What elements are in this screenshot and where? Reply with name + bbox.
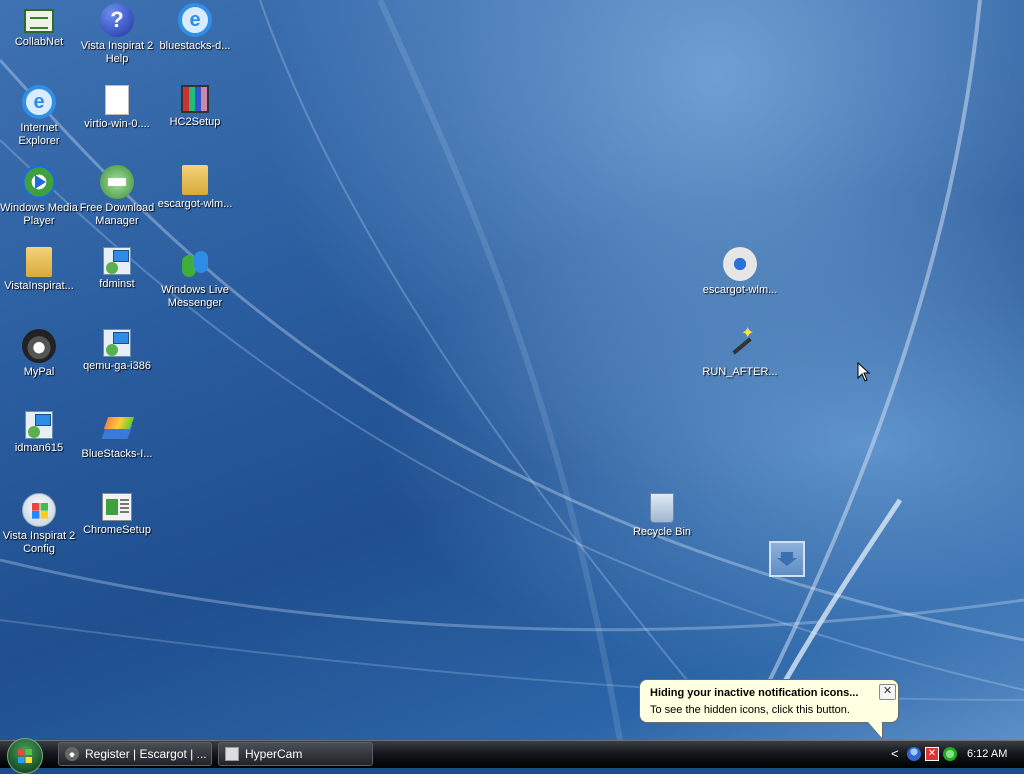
icon-label: Recycle Bin [632, 526, 692, 538]
balloon-text: To see the hidden icons, click this butt… [650, 704, 850, 716]
network-icon[interactable] [943, 747, 957, 761]
desktop-icon-internet-explorer[interactable]: e Internet Explorer [0, 85, 78, 148]
messenger-icon [178, 247, 212, 281]
desktop-icon-virtio-win[interactable]: virtio-win-0.... [78, 85, 156, 131]
taskbar-button-label: HyperCam [245, 747, 303, 761]
desktop-icon-vista-inspirat-config[interactable]: Vista Inspirat 2 Config [0, 493, 78, 556]
desktop-icon-escargot-installer[interactable]: escargot-wlm... [701, 247, 779, 297]
desktop-icon-free-download-manager[interactable]: Free Download Manager [78, 165, 156, 228]
icon-label: RUN_AFTER... [702, 366, 778, 378]
icon-label: Internet Explorer [18, 122, 60, 147]
zip-folder-icon [182, 165, 208, 195]
desktop-icon-idman615[interactable]: idman615 [0, 411, 78, 455]
page-icon [105, 85, 129, 115]
balloon-close-button[interactable]: ✕ [879, 684, 896, 700]
winrar-icon [181, 85, 209, 113]
desktop-icon-run-after[interactable]: RUN_AFTER... [701, 327, 779, 379]
recycle-bin-icon [650, 493, 674, 523]
desktop-icon-windows-live-messenger[interactable]: Windows Live Messenger [156, 247, 234, 310]
desktop-icon-bluestacks-installer[interactable]: BlueStacks-I... [78, 411, 156, 461]
folder-icon [26, 247, 52, 277]
show-hidden-icons-button[interactable]: < [891, 746, 899, 761]
chrome-setup-icon [102, 493, 132, 521]
icon-label: VistaInspirat... [4, 280, 74, 292]
hypercam-icon [225, 747, 239, 761]
icon-label: BlueStacks-I... [81, 448, 153, 460]
desktop-icon-fdminst[interactable]: fdminst [78, 247, 156, 291]
mouse-cursor-icon [857, 362, 871, 382]
internet-explorer-icon: e [22, 85, 56, 119]
installer-icon [103, 329, 131, 357]
collabnet-icon [24, 9, 54, 33]
mypal-browser-icon [65, 747, 79, 761]
user-status-icon[interactable] [907, 747, 921, 761]
icon-label: escargot-wlm... [157, 198, 233, 210]
icon-label: qemu-ga-i386 [83, 360, 151, 372]
desktop-icon-windows-media-player[interactable]: Windows Media Player [0, 165, 78, 228]
desktop-icon-hc2setup[interactable]: HC2Setup [156, 85, 234, 129]
icon-label: idman615 [14, 442, 64, 454]
down-arrow-icon [777, 552, 797, 566]
taskbar: Register | Escargot | ... HyperCam < ✕ 6… [0, 738, 1024, 774]
icon-label: Windows Media Player [0, 202, 78, 227]
icon-label: MyPal [23, 366, 55, 378]
installer-icon [25, 411, 53, 439]
magic-wand-icon [723, 327, 757, 363]
taskbar-button-label: Register | Escargot | ... [85, 747, 207, 761]
desktop-icon-vistainspirat[interactable]: VistaInspirat... [0, 247, 78, 293]
icon-label: Windows Live Messenger [161, 284, 229, 309]
desktop-icon-vista-inspirat-help[interactable]: ? Vista Inspirat 2 Help [78, 3, 156, 66]
download-manager-icon [100, 165, 134, 199]
icon-label: Free Download Manager [79, 202, 155, 227]
desktop-icon-recycle-bin[interactable]: Recycle Bin [623, 493, 701, 539]
icon-label: virtio-win-0.... [84, 118, 150, 130]
raccoon-icon [22, 329, 56, 363]
windows-logo-icon [18, 749, 32, 763]
icon-label: bluestacks-d... [159, 40, 231, 52]
balloon-title: Hiding your inactive notification icons.… [650, 687, 859, 699]
icon-label: HC2Setup [169, 116, 221, 128]
desktop-icon-escargot-zip[interactable]: escargot-wlm... [156, 165, 234, 211]
icon-label: escargot-wlm... [702, 284, 778, 296]
taskbar-button-register[interactable]: Register | Escargot | ... [58, 742, 212, 766]
disc-installer-icon [723, 247, 757, 281]
desktop: CollabNet e Internet Explorer Windows Me… [0, 0, 1024, 740]
installer-icon [103, 247, 131, 275]
help-icon: ? [100, 3, 134, 37]
media-player-icon [22, 165, 56, 199]
icon-label: fdminst [99, 278, 135, 290]
icon-label: Vista Inspirat 2 Config [2, 530, 76, 555]
clock[interactable]: 6:12 AM [967, 748, 1007, 760]
desktop-icon-chromesetup[interactable]: ChromeSetup [78, 493, 156, 537]
security-shield-icon[interactable]: ✕ [925, 747, 939, 761]
start-button[interactable] [7, 738, 43, 774]
icon-label: CollabNet [14, 36, 64, 48]
notification-area: < ✕ 6:12 AM [885, 741, 1024, 769]
desktop-icon-qemu-ga[interactable]: qemu-ga-i386 [78, 329, 156, 373]
balloon-tail [868, 722, 882, 738]
vista-icon [22, 493, 56, 527]
taskbar-button-hypercam[interactable]: HyperCam [218, 742, 373, 766]
notification-balloon[interactable]: Hiding your inactive notification icons.… [639, 679, 899, 723]
icon-label: Vista Inspirat 2 Help [80, 40, 154, 65]
desktop-icon-mypal[interactable]: MyPal [0, 329, 78, 379]
icon-label: ChromeSetup [83, 524, 151, 536]
desktop-icon-collabnet[interactable]: CollabNet [0, 3, 78, 49]
download-arrow-tile[interactable] [769, 541, 805, 577]
internet-explorer-icon: e [178, 3, 212, 37]
bluestacks-icon [100, 411, 134, 445]
desktop-icon-bluestacks-d[interactable]: e bluestacks-d... [156, 3, 234, 53]
